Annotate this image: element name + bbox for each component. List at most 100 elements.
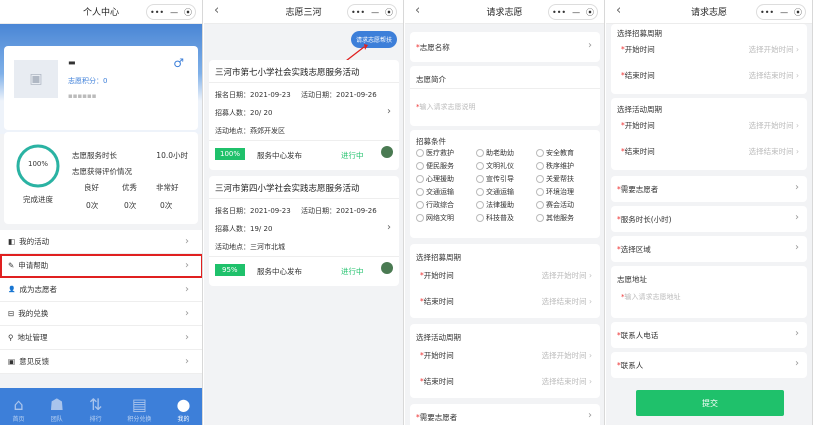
condition-checkbox[interactable]: 法律援助 xyxy=(476,200,536,210)
menu-request-help[interactable]: ✎ 申请帮助 › xyxy=(0,254,202,278)
eval-label: 志愿获得评价情况 xyxy=(72,167,132,176)
condition-checkbox[interactable]: 交通运输 xyxy=(476,187,536,197)
section-label: 选择活动周期 xyxy=(617,105,662,114)
contact-field[interactable]: *联系人 › xyxy=(611,352,807,378)
recruit-start-field[interactable]: *开始时间 选择开始时间 › xyxy=(621,44,799,55)
condition-label: 其他服务 xyxy=(546,214,574,222)
condition-checkbox[interactable]: 交通运输 xyxy=(416,187,476,197)
radio-circle-icon xyxy=(416,175,424,183)
field-label: 招募条件 xyxy=(416,137,446,146)
chevron-right-icon: › xyxy=(795,328,799,339)
intro-input[interactable]: *输入请求志愿说明 xyxy=(416,102,476,112)
condition-checkbox[interactable]: 关爱帮扶 xyxy=(536,174,596,184)
divider xyxy=(209,82,399,83)
condition-checkbox[interactable]: 安全教育 xyxy=(536,148,596,158)
condition-label: 交通运输 xyxy=(486,188,514,196)
tab-exchange[interactable]: ▤ 积分兑换 xyxy=(127,395,151,423)
condition-checkbox[interactable]: 宣传引导 xyxy=(476,174,536,184)
activity-end-field[interactable]: *结束时间 选择结束时间 › xyxy=(420,376,592,387)
condition-checkbox[interactable]: 网络文明 xyxy=(416,213,476,223)
recruit-count: 招募人数：20/ 20 xyxy=(215,109,273,117)
more-icon[interactable]: ••• xyxy=(760,8,774,17)
menu-address[interactable]: ⚲ 地址管理 › xyxy=(0,326,202,350)
tab-mine[interactable]: ● 我的 xyxy=(176,395,190,423)
section-label: 选择招募周期 xyxy=(416,253,461,262)
activity-start-field[interactable]: *开始时间 选择开始时间 › xyxy=(420,350,592,361)
recruit-start-field[interactable]: *开始时间 选择开始时间 › xyxy=(420,270,592,281)
condition-checkbox[interactable]: 助老助幼 xyxy=(476,148,536,158)
menu-label: 地址管理 xyxy=(17,333,48,342)
condition-checkbox[interactable]: 其他服务 xyxy=(536,213,596,223)
address-input[interactable]: *输入请求志愿地址 xyxy=(621,292,681,302)
feedback-icon: ▣ xyxy=(8,357,16,366)
tab-team[interactable]: ☗ 团队 xyxy=(50,395,64,423)
recruit-end-field[interactable]: *结束时间 选择结束时间 › xyxy=(420,296,592,307)
back-icon[interactable]: ‹ xyxy=(415,3,420,18)
activity-start-field[interactable]: *开始时间 选择开始时间 › xyxy=(621,120,799,131)
user-name: ▬ xyxy=(68,58,76,67)
section-label: 选择活动周期 xyxy=(416,333,461,342)
progress-text: 100% xyxy=(27,160,48,168)
close-icon[interactable]: ⦿ xyxy=(184,7,192,18)
eval-head-great: 非常好 xyxy=(156,183,179,192)
tab-rank[interactable]: ⇅ 排行 xyxy=(89,395,102,423)
condition-checkbox[interactable]: 医疗救护 xyxy=(416,148,476,158)
condition-checkbox[interactable]: 秩序维护 xyxy=(536,161,596,171)
minimize-icon[interactable]: — xyxy=(572,8,580,17)
condition-checkbox[interactable]: 科技普及 xyxy=(476,213,536,223)
menu-feedback[interactable]: ▣ 意见反馈 › xyxy=(0,350,202,374)
menu-my-activities[interactable]: ◧ 我的活动 › xyxy=(0,230,202,254)
condition-checkbox[interactable]: 文明礼仪 xyxy=(476,161,536,171)
phone-field[interactable]: *联系人电话 › xyxy=(611,322,807,348)
activity-end-field[interactable]: *结束时间 选择结束时间 › xyxy=(621,146,799,157)
condition-checkbox[interactable]: 赛会活动 xyxy=(536,200,596,210)
exchange-icon: ⊟ xyxy=(8,309,15,318)
name-field[interactable]: *志愿名称 › xyxy=(410,32,600,62)
close-icon[interactable]: ⦿ xyxy=(586,7,594,18)
close-icon[interactable]: ⦿ xyxy=(794,7,802,18)
recruit-end-field[interactable]: *结束时间 选择结束时间 › xyxy=(621,70,799,81)
region-field[interactable]: *选择区域 › xyxy=(611,236,807,262)
radio-circle-icon xyxy=(536,162,544,170)
eval-head-excellent: 优秀 xyxy=(122,183,137,192)
radio-circle-icon xyxy=(476,188,484,196)
condition-label: 安全教育 xyxy=(546,149,574,157)
capsule-menu[interactable]: ••• — ⦿ xyxy=(146,4,196,20)
need-volunteers-field[interactable]: *需要志愿者 › xyxy=(410,404,600,425)
condition-checkbox[interactable]: 便民服务 xyxy=(416,161,476,171)
activity-title: 三河市第七小学社会实践志愿服务活动 xyxy=(215,68,360,78)
submit-button[interactable]: 提交 xyxy=(636,390,784,416)
chevron-right-icon: › xyxy=(588,40,592,51)
menu-become-volunteer[interactable]: 👤 成为志愿者 › xyxy=(0,278,202,302)
need-volunteers-field[interactable]: *需要志愿者 › xyxy=(611,176,807,202)
user-card: ▣ ▬ 志愿积分：0 ▪▪▪▪▪▪ ♂ xyxy=(4,46,198,130)
activity-card[interactable]: 三河市第七小学社会实践志愿服务活动 报名日期：2021-09-23 活动日期：2… xyxy=(209,60,399,170)
condition-label: 助老助幼 xyxy=(486,149,514,157)
minimize-icon[interactable]: — xyxy=(780,8,788,17)
more-icon[interactable]: ••• xyxy=(150,8,164,17)
minimize-icon[interactable]: — xyxy=(170,8,178,17)
tab-label: 我的 xyxy=(177,416,190,423)
more-icon[interactable]: ••• xyxy=(552,8,566,17)
tab-home[interactable]: ⌂ 首页 xyxy=(13,395,25,423)
shop-icon: ▤ xyxy=(131,395,147,414)
radio-circle-icon xyxy=(416,162,424,170)
duration-field[interactable]: *服务时长(小时) › xyxy=(611,206,807,232)
condition-checkbox[interactable]: 行政综合 xyxy=(416,200,476,210)
pencil-icon: ✎ xyxy=(8,261,15,270)
condition-label: 医疗救护 xyxy=(426,149,454,157)
condition-label: 宣传引导 xyxy=(486,175,514,183)
chevron-right-icon: › xyxy=(795,182,799,193)
activity-card[interactable]: 三河市第四小学社会实践志愿服务活动 报名日期：2021-09-23 活动日期：2… xyxy=(209,176,399,286)
chevron-right-icon: › xyxy=(185,236,189,247)
capsule-menu[interactable]: ••• — ⦿ xyxy=(548,4,598,20)
avatar[interactable]: ▣ xyxy=(14,60,58,98)
capsule-menu[interactable]: ••• — ⦿ xyxy=(756,4,806,20)
field-label: 志愿地址 xyxy=(617,275,647,284)
condition-checkbox[interactable]: 心理援助 xyxy=(416,174,476,184)
condition-checkbox[interactable]: 环境治理 xyxy=(536,187,596,197)
back-icon[interactable]: ‹ xyxy=(616,3,621,18)
radio-circle-icon xyxy=(476,149,484,157)
menu-my-exchange[interactable]: ⊟ 我的兑换 › xyxy=(0,302,202,326)
rank-icon: ⇅ xyxy=(88,395,103,414)
